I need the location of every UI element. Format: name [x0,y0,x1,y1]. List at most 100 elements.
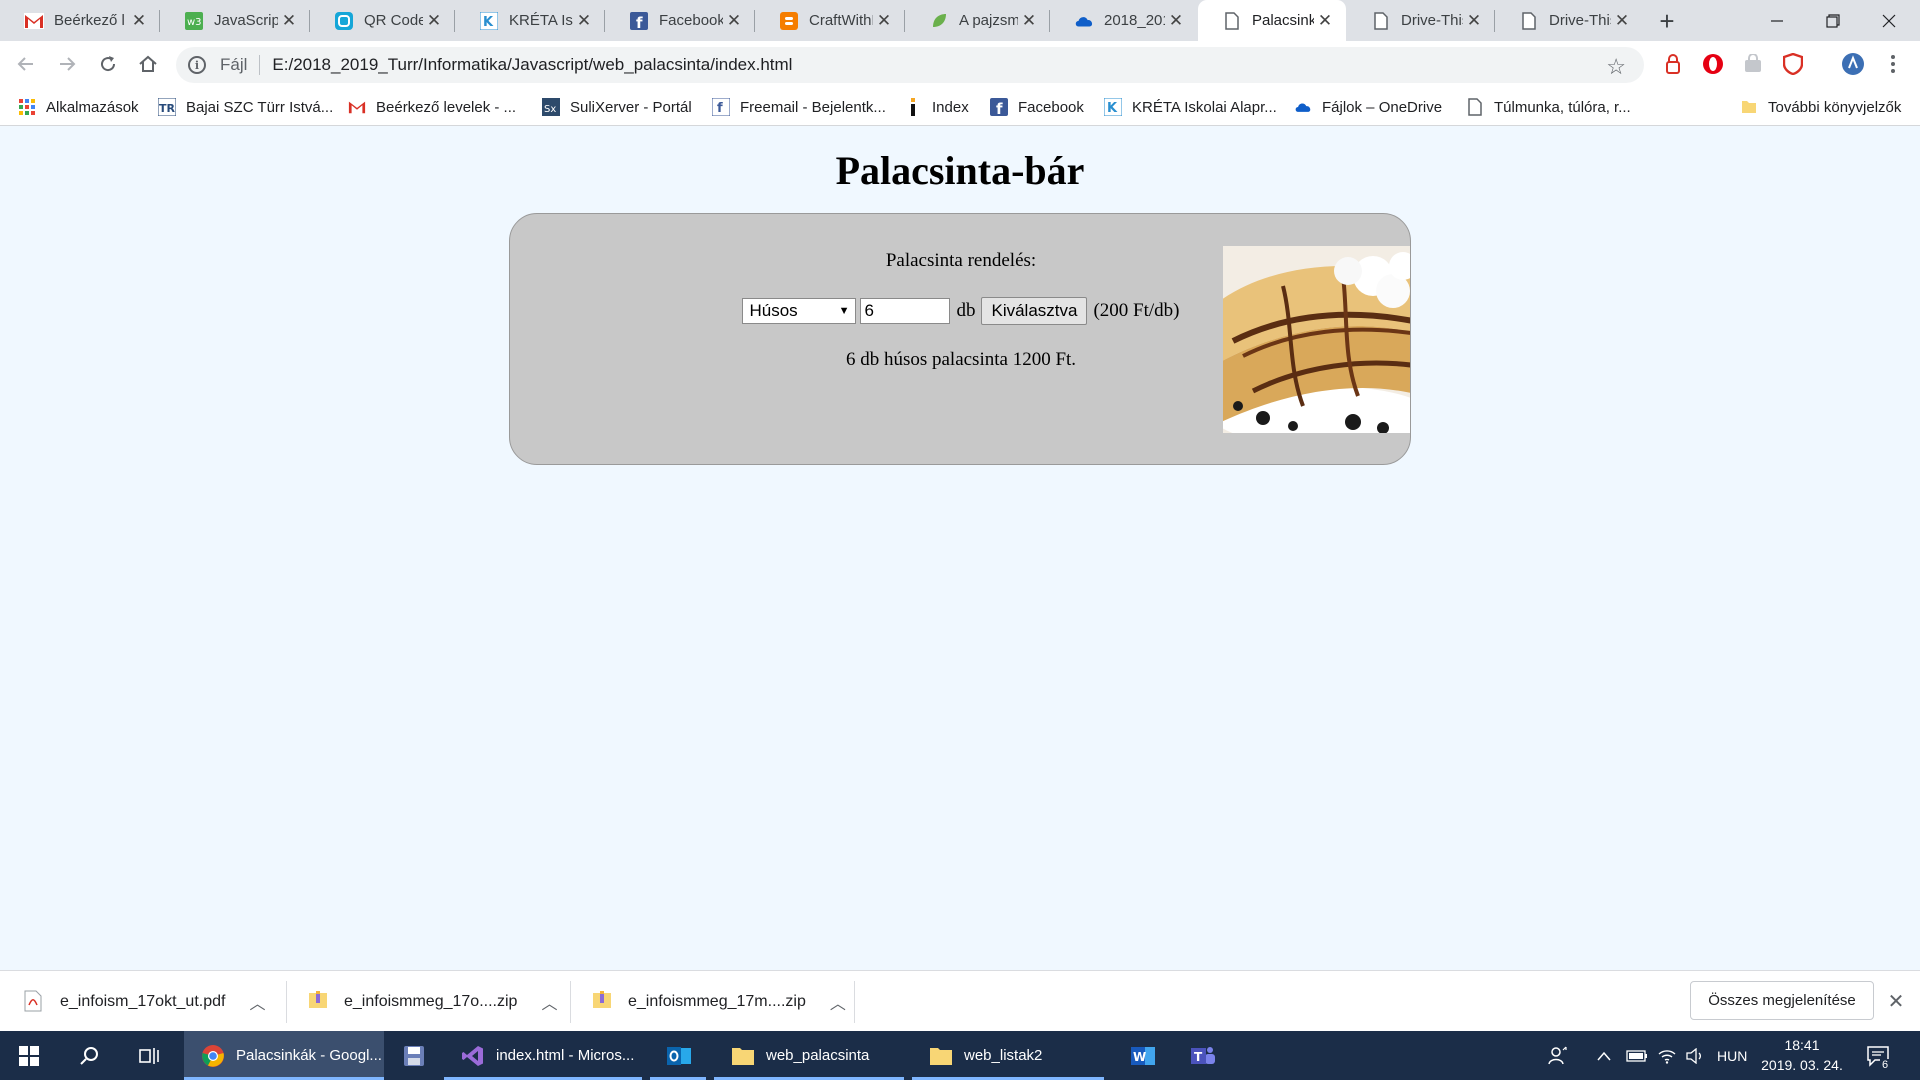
taskbar-item-word[interactable]: W [1114,1031,1170,1080]
forward-button[interactable] [51,48,83,80]
minimize-button[interactable] [1749,0,1805,41]
bookmark-onedrive[interactable]: Fájlok – OneDrive [1294,88,1442,126]
taskbar-item-outlook[interactable] [650,1031,706,1080]
bookmark-star-icon[interactable]: ☆ [1606,54,1626,80]
show-all-downloads-button[interactable]: Összes megjelenítése [1690,981,1874,1020]
close-window-button[interactable] [1861,0,1917,41]
tab-onedrive[interactable]: 2018_2019 ✕ [1050,0,1197,41]
bookmark-freemail[interactable]: f Freemail - Bejelentk... [712,88,886,126]
tab-title: A pajzsmi [959,12,1018,29]
bookmark-gmail[interactable]: Beérkező levelek - ... [348,88,516,126]
tab-craftwith[interactable]: CraftWithP ✕ [755,0,905,41]
tab-title: JavaScript [214,12,278,29]
home-button[interactable] [132,48,164,80]
taskbar-item-label: Palacsinkák - Googl... [236,1047,382,1064]
task-view-button[interactable] [122,1031,176,1080]
bookmark-label: Túlmunka, túlóra, r... [1494,98,1631,116]
tab-gmail[interactable]: Beérkező l ✕ [0,0,160,41]
close-icon[interactable]: ✕ [278,10,300,32]
new-tab-button[interactable]: + [1651,5,1683,37]
folder-icon [928,1043,954,1069]
bookmark-other-bookmarks[interactable]: További könyvjelzők [1740,88,1901,126]
extension-bag-icon[interactable] [1740,51,1766,77]
taskbar-item-teams[interactable]: T [1174,1031,1230,1080]
download-item[interactable]: e_infoism_17okt_ut.pdf ︿ [24,971,265,1032]
tab-facebook[interactable]: f Facebook ✕ [605,0,755,41]
select-button[interactable]: Kiválasztva [981,297,1088,325]
close-icon[interactable]: ✕ [1611,10,1633,32]
sulixerver-icon: Sx [542,98,560,116]
close-icon[interactable]: ✕ [423,10,445,32]
shield-icon[interactable] [1780,51,1806,77]
taskbar-item-web-palacsinta[interactable]: web_palacsinta [714,1031,904,1080]
bookmark-index[interactable]: Index [904,88,969,126]
download-shelf: e_infoism_17okt_ut.pdf ︿ e_infoismmeg_17… [0,970,1920,1031]
taskbar-search-button[interactable] [62,1031,116,1080]
close-icon[interactable]: ✕ [128,10,150,32]
tab-pajzsmirigy[interactable]: A pajzsmi ✕ [905,0,1050,41]
taskbar-clock[interactable]: 18:41 2019. 03. 24. [1756,1035,1848,1075]
folder-icon [1740,98,1758,116]
taskbar-item-save[interactable] [392,1031,436,1080]
windows-logo-icon [19,1045,39,1066]
language-indicator[interactable]: HUN [1717,1031,1747,1080]
back-button[interactable] [10,48,42,80]
extension-lock-icon[interactable] [1660,51,1686,77]
svg-text:f: f [996,100,1003,116]
address-scheme: Fájl [220,55,248,74]
quantity-input[interactable]: 6 [860,298,951,324]
download-item[interactable]: e_infoismmeg_17m....zip ︿ [592,971,846,1032]
wifi-icon[interactable] [1657,1031,1677,1080]
bookmark-apps[interactable]: Alkalmazások [18,88,139,126]
close-icon[interactable]: ✕ [1165,10,1187,32]
bookmark-kreta[interactable]: K KRÉTA Iskolai Alapr... [1104,88,1277,126]
close-icon[interactable]: ✕ [873,10,895,32]
profile-avatar[interactable] [1840,51,1866,77]
reload-button[interactable] [92,48,124,80]
pancake-type-select[interactable]: Húsos ▼ [742,298,857,324]
close-icon[interactable]: ✕ [1314,10,1336,32]
visual-studio-icon [460,1043,486,1069]
pdf-file-icon [24,990,44,1014]
bookmark-sulixerver[interactable]: Sx SuliXerver - Portál [542,88,692,126]
close-icon[interactable]: ✕ [723,10,745,32]
menu-dots-icon[interactable] [1880,51,1906,77]
download-item[interactable]: e_infoismmeg_17o....zip ︿ [308,971,557,1032]
start-button[interactable] [0,1031,58,1080]
battery-icon[interactable] [1626,1031,1648,1080]
close-icon[interactable]: ✕ [1884,989,1908,1013]
tab-kreta[interactable]: K KRÉTA Isko ✕ [455,0,605,41]
taskbar-item-web-listak2[interactable]: web_listak2 [912,1031,1104,1080]
chevron-up-icon[interactable]: ︿ [830,990,846,1014]
unit-label: db [956,300,976,321]
bookmark-bajai-szc[interactable]: TR Bajai SZC Türr Istvá... [158,88,333,126]
bookmark-facebook[interactable]: f Facebook [990,88,1084,126]
close-icon[interactable]: ✕ [1463,10,1485,32]
close-icon[interactable]: ✕ [1018,10,1040,32]
taskbar-item-visual-studio[interactable]: index.html - Micros... [444,1031,642,1080]
opera-icon[interactable] [1700,51,1726,77]
bookmark-tulmunka[interactable]: Túlmunka, túlóra, r... [1466,88,1631,126]
taskbar-item-label: web_listak2 [964,1047,1043,1064]
tab-palacsinta[interactable]: Palacsinká ✕ [1198,0,1346,41]
tab-title: QR Code G [364,12,423,29]
tab-drive-this-1[interactable]: Drive-This ✕ [1347,0,1495,41]
tab-javascript[interactable]: w3 JavaScript ✕ [160,0,310,41]
address-bar[interactable]: i Fájl E:/2018_2019_Turr/Informatika/Jav… [176,47,1644,83]
bookmark-label: Fájlok – OneDrive [1322,98,1443,116]
w3schools-icon: w3 [184,11,204,31]
volume-icon[interactable] [1686,1031,1706,1080]
chevron-up-icon[interactable]: ︿ [541,990,557,1014]
people-icon[interactable] [1548,1031,1568,1080]
info-icon[interactable]: i [188,56,206,74]
restore-button[interactable] [1805,0,1861,41]
notification-center-button[interactable]: 6 [1866,1031,1891,1080]
tab-drive-this-2[interactable]: Drive-This ✕ [1495,0,1643,41]
svg-text:Sx: Sx [544,104,556,115]
address-url[interactable]: E:/2018_2019_Turr/Informatika/Javascript… [272,55,792,75]
close-icon[interactable]: ✕ [573,10,595,32]
chevron-up-icon[interactable]: ︿ [249,990,265,1014]
chevron-up-icon[interactable] [1597,1031,1611,1080]
tab-qr-code[interactable]: QR Code G ✕ [310,0,455,41]
taskbar-item-chrome[interactable]: Palacsinkák - Googl... [184,1031,384,1080]
